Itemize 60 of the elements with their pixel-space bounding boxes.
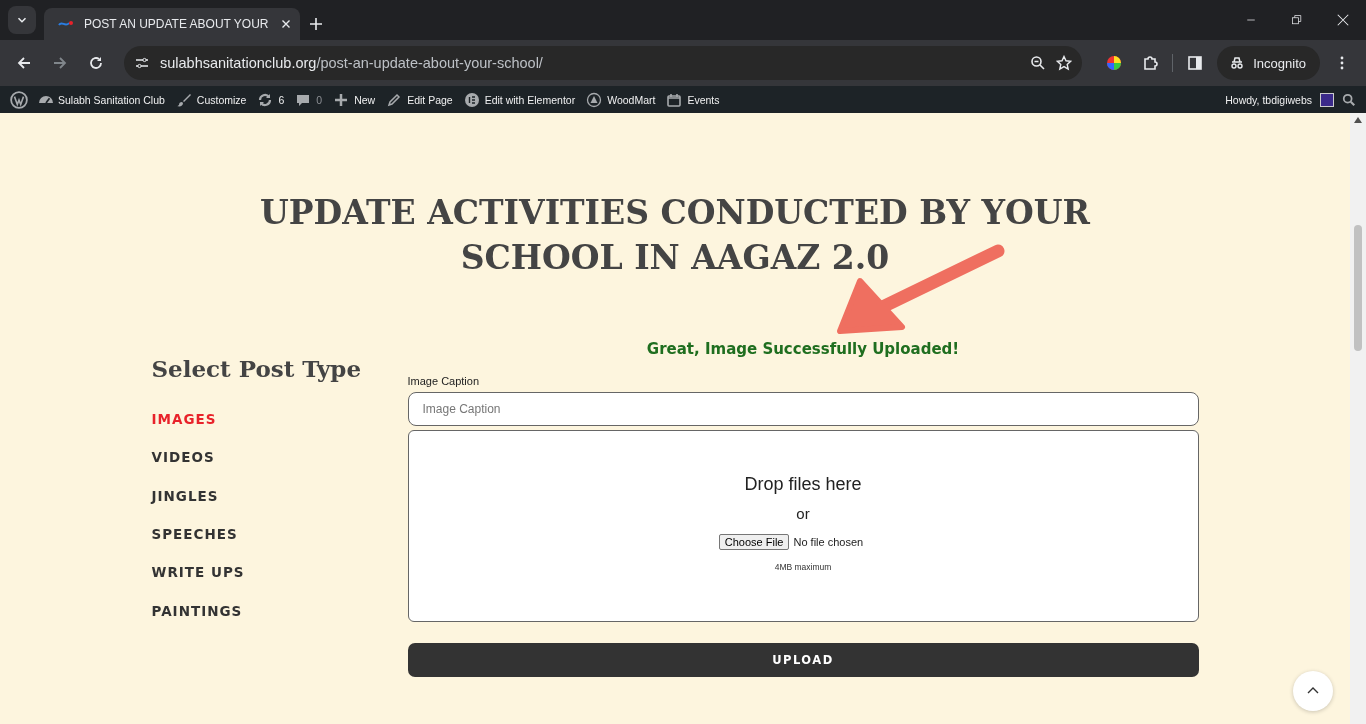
admin-bar-item[interactable]: 6 [253, 86, 292, 113]
url-text: sulabhsanitationclub.org/post-an-update-about-your-school/ [160, 55, 544, 71]
elementor-icon [463, 91, 480, 108]
wordpress-logo-icon [10, 90, 28, 109]
scrollbar-thumb[interactable] [1354, 225, 1362, 351]
post-type-link[interactable]: JINGLES [151, 487, 219, 504]
pencil-icon [386, 91, 403, 108]
admin-bar-item[interactable]: Edit Page [382, 86, 460, 113]
brush-icon [175, 91, 192, 108]
post-type-link[interactable]: WRITE UPS [151, 564, 245, 581]
gauge-icon [39, 96, 53, 103]
upload-button[interactable]: UPLOAD [407, 643, 1199, 677]
back-icon [16, 55, 32, 71]
extensions-icon [1142, 55, 1159, 71]
scroll-up-icon[interactable] [1354, 117, 1362, 123]
choose-file-button[interactable]: Choose File [718, 534, 790, 550]
refresh-icon [257, 91, 274, 108]
avatar[interactable] [1320, 92, 1334, 107]
admin-bar-item[interactable]: Customize [171, 86, 254, 113]
restore-icon [1291, 14, 1303, 26]
color-wheel-icon [1106, 55, 1123, 71]
new-tab-icon [308, 16, 324, 32]
or-text: or [796, 505, 810, 522]
bookmark-star-icon [1056, 55, 1073, 71]
success-message: Great, Image Successfully Uploaded! [646, 340, 960, 358]
scrollbar[interactable] [1350, 113, 1366, 724]
admin-bar-item[interactable]: WoodMart [582, 86, 663, 113]
file-drop-zone[interactable]: Drop files here or Choose File No file chosen 4MB maximum [407, 430, 1199, 622]
admin-bar-item[interactable]: New [329, 86, 383, 113]
drop-zone-title: Drop files here [744, 474, 862, 495]
close-icon [1336, 13, 1350, 27]
search-icon [1342, 92, 1356, 107]
plus-icon [333, 91, 350, 108]
post-type-link[interactable]: PAINTINGS [151, 602, 243, 619]
incognito-icon [1229, 55, 1246, 71]
triangle-circle-icon [586, 91, 603, 108]
address-bar[interactable]: sulabhsanitationclub.org/post-an-update-about-your-school/ [124, 46, 1083, 80]
file-status-text: No file chosen [793, 536, 864, 548]
post-type-link[interactable]: IMAGES [151, 411, 217, 428]
post-type-link[interactable]: VIDEOS [151, 449, 215, 466]
admin-bar-item[interactable]: Sulabh Sanitation Club [35, 86, 172, 113]
calendar-icon [666, 91, 683, 108]
browser-tab[interactable]: POST AN UPDATE ABOUT YOUR [44, 8, 300, 40]
admin-bar-item[interactable]: Edit with Elementor [459, 86, 583, 113]
site-settings-icon [134, 55, 150, 71]
field-label: Image Caption [407, 375, 480, 387]
admin-bar-item[interactable]: Events [662, 86, 727, 113]
caption-input-field[interactable]: Image Caption [407, 392, 1199, 426]
incognito-indicator[interactable]: Incognito [1217, 46, 1320, 80]
side-panel-icon [1187, 55, 1204, 71]
admin-bar-item[interactable]: 0 [291, 86, 330, 113]
greeting-text[interactable]: Howdy, tbdigiwebs [1225, 93, 1312, 106]
post-type-link[interactable]: SPEECHES [151, 526, 238, 543]
size-limit-note: 4MB maximum [774, 562, 832, 572]
forward-icon [52, 55, 68, 71]
zoom-icon [1030, 55, 1047, 71]
tab-search-button[interactable] [8, 6, 36, 34]
page-heading: UPDATE ACTIVITIES CONDUCTED BY YOUR SCHOOL IN AAGAZ 2.0 [258, 192, 1092, 279]
reload-icon [88, 55, 104, 71]
sidebar-title: Select Post Type [151, 355, 362, 382]
